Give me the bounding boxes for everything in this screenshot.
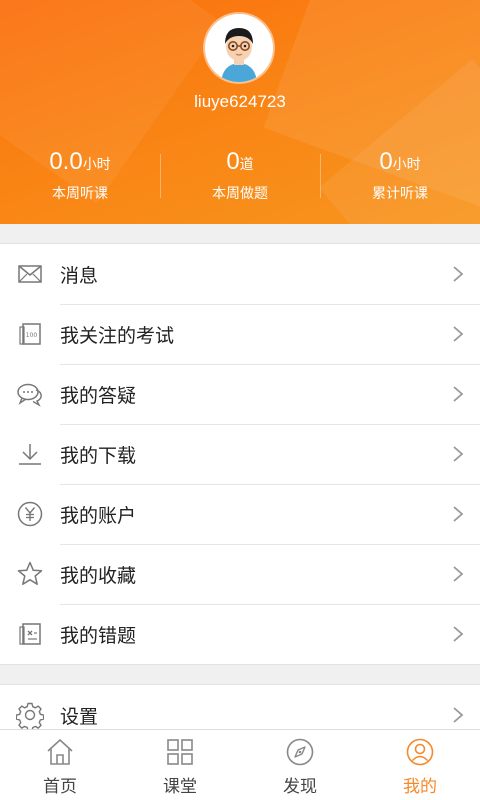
menu-item-label: 我的账户 (60, 504, 137, 527)
tab-label: 课堂 (163, 777, 197, 797)
menu-item-followed-exams[interactable]: 100 我关注的考试 (0, 304, 480, 364)
download-icon (19, 444, 41, 465)
stat-total-listening[interactable]: 0小时 累计听课 (320, 146, 480, 206)
compass-icon (286, 738, 314, 766)
tab-label: 首页 (43, 777, 77, 797)
stat-label: 本周做题 (212, 186, 268, 202)
grid-icon (167, 739, 193, 765)
avatar-illustration-icon (205, 14, 273, 82)
stat-label: 累计听课 (372, 186, 428, 202)
chevron-right-icon (453, 626, 464, 642)
wrong-questions-icon (19, 623, 41, 645)
chevron-right-icon (453, 446, 464, 462)
stat-label: 本周听课 (52, 186, 108, 202)
chevron-right-icon (453, 506, 464, 522)
menu-item-label: 我的答疑 (60, 384, 137, 407)
menu-item-label: 消息 (60, 264, 99, 287)
tab-classroom[interactable]: 课堂 (120, 730, 240, 800)
menu-item-label: 设置 (60, 705, 99, 728)
star-icon (17, 561, 43, 585)
exam-book-icon: 100 (19, 323, 41, 345)
chat-bubbles-icon (17, 383, 42, 407)
menu-item-label: 我的错题 (60, 624, 137, 647)
user-circle-icon (406, 738, 434, 766)
menu-item-my-favorites[interactable]: 我的收藏 (0, 544, 480, 604)
tab-label: 发现 (283, 777, 317, 797)
gear-icon (16, 702, 44, 729)
chevron-right-icon (453, 566, 464, 582)
chevron-right-icon (453, 707, 464, 723)
menu-item-wrong-questions[interactable]: 我的错题 (0, 604, 480, 664)
tab-label: 我的 (403, 777, 437, 797)
menu-list: 消息 100 我关注的考试 我的答疑 我的下载 我的账户 我的收藏 我的错题 (0, 243, 480, 665)
tab-home[interactable]: 首页 (0, 730, 120, 800)
tab-discover[interactable]: 发现 (240, 730, 360, 800)
menu-item-label: 我的收藏 (60, 564, 137, 587)
svg-text:100: 100 (26, 332, 38, 339)
tab-mine[interactable]: 我的 (360, 730, 480, 800)
menu-item-my-qa[interactable]: 我的答疑 (0, 364, 480, 424)
menu-item-label: 我的下载 (60, 444, 137, 467)
bottom-tab-bar: 首页 课堂 发现 我的 (0, 729, 480, 800)
profile-header: liuye624723 0.0小时 本周听课 0道 本周做题 0小时 累计听课 (0, 0, 480, 224)
stat-value: 0.0 (49, 148, 83, 175)
stat-weekly-questions[interactable]: 0道 本周做题 (160, 146, 320, 206)
stat-unit: 小时 (82, 156, 111, 172)
menu-item-messages[interactable]: 消息 (0, 244, 480, 304)
chevron-right-icon (453, 386, 464, 402)
mail-icon (18, 265, 42, 283)
home-icon (47, 739, 73, 765)
menu-item-my-downloads[interactable]: 我的下载 (0, 424, 480, 484)
stats-panel: 0.0小时 本周听课 0道 本周做题 0小时 累计听课 (0, 146, 480, 206)
stat-value: 0 (226, 148, 240, 175)
stat-value: 0 (379, 148, 393, 175)
username: liuye624723 (194, 92, 286, 111)
yuan-coin-icon (17, 501, 43, 527)
stat-weekly-listening[interactable]: 0.0小时 本周听课 (0, 146, 160, 206)
stat-unit: 道 (239, 156, 254, 172)
avatar[interactable] (205, 14, 273, 82)
menu-item-label: 我关注的考试 (60, 324, 175, 347)
menu-item-my-account[interactable]: 我的账户 (0, 484, 480, 544)
stat-unit: 小时 (392, 156, 421, 172)
chevron-right-icon (453, 326, 464, 342)
chevron-right-icon (453, 266, 464, 282)
